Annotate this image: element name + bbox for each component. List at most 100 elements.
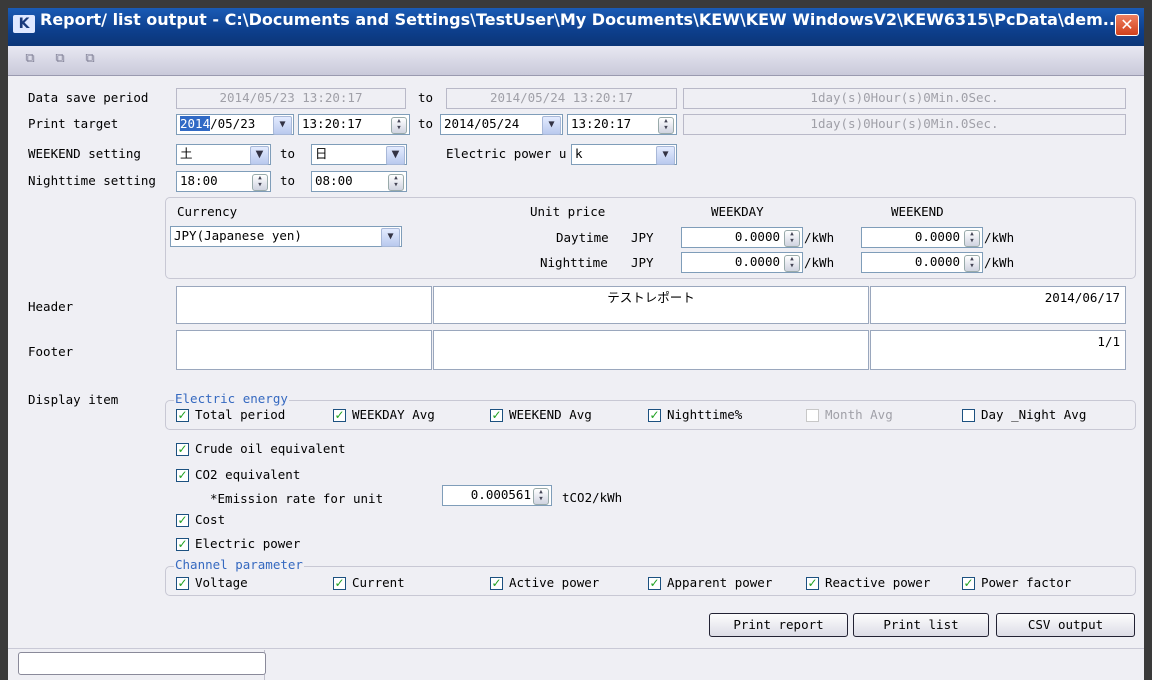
print-report-button[interactable]: Print report — [709, 613, 848, 637]
nighttime-to-value: 08:00 — [315, 173, 353, 188]
data-save-start-field: 2014/05/23 13:20:17 — [176, 88, 406, 109]
print-target-label: Print target — [28, 116, 119, 131]
current-label: Current — [352, 575, 405, 590]
chevron-down-icon[interactable]: ▼ — [273, 116, 292, 135]
total-period-checkbox[interactable]: ✓ — [176, 409, 189, 422]
weekend-to-select[interactable]: 日 ▼ — [311, 144, 407, 165]
active-power-label: Active power — [509, 575, 600, 590]
weekend-from-value: 土 — [180, 146, 193, 161]
daytime-currency: JPY — [631, 230, 654, 245]
spinner-icon[interactable]: ▴ ▾ — [784, 255, 800, 272]
footer-right-field[interactable]: 1/1 — [870, 330, 1126, 370]
csv-output-button[interactable]: CSV output — [996, 613, 1135, 637]
print-target-duration-field: 1day(s)0Hour(s)0Min.0Sec. — [683, 114, 1126, 135]
chevron-down-icon[interactable]: ▼ — [386, 146, 405, 165]
currency-select[interactable]: JPY(Japanese yen) ▼ — [170, 226, 402, 247]
header-center-field[interactable]: テストレポート — [433, 286, 869, 324]
chevron-down-icon[interactable]: ▼ — [381, 228, 400, 247]
chevron-down-icon[interactable]: ▼ — [656, 146, 675, 165]
currency-value: JPY(Japanese yen) — [174, 228, 302, 243]
reactive-power-label: Reactive power — [825, 575, 931, 590]
header-label: Header — [28, 299, 74, 314]
nighttime-from-value: 18:00 — [180, 173, 218, 188]
unit-price-label: Unit price — [530, 204, 606, 219]
start-year-selection: 2014 — [180, 116, 211, 131]
daytime-weekday-price[interactable]: 0.0000 ▴ ▾ — [681, 227, 803, 248]
nighttime-weekday-unit: /kWh — [804, 255, 835, 270]
cascade-icon[interactable]: ⧉ — [82, 52, 98, 66]
data-save-period-label: Data save period — [28, 90, 149, 105]
weekday-header: WEEKDAY — [711, 204, 764, 219]
voltage-checkbox[interactable]: ✓ — [176, 577, 189, 590]
weekend-avg-checkbox[interactable]: ✓ — [490, 409, 503, 422]
electric-power-label: Electric power — [195, 536, 301, 551]
data-save-end-field: 2014/05/24 13:20:17 — [446, 88, 677, 109]
co2-checkbox[interactable]: ✓ — [176, 469, 189, 482]
window-icon[interactable]: ⧉ — [52, 52, 68, 66]
spinner-icon[interactable]: ▴ ▾ — [388, 174, 404, 191]
reactive-power-checkbox[interactable]: ✓ — [806, 577, 819, 590]
electric-power-checkbox[interactable]: ✓ — [176, 538, 189, 551]
spinner-icon[interactable]: ▴ ▾ — [964, 255, 980, 272]
start-time-value: 13:20:17 — [302, 116, 363, 131]
print-target-start-time[interactable]: 13:20:17 ▴ ▾ — [298, 114, 410, 135]
data-save-duration-field: 1day(s)0Hour(s)0Min.0Sec. — [683, 88, 1126, 109]
spinner-icon[interactable]: ▴ ▾ — [533, 488, 549, 505]
weekday-avg-checkbox[interactable]: ✓ — [333, 409, 346, 422]
print-target-end-time[interactable]: 13:20:17 ▴ ▾ — [567, 114, 677, 135]
month-avg-checkbox — [806, 409, 819, 422]
cost-checkbox[interactable]: ✓ — [176, 514, 189, 527]
weekend-to-label: to — [280, 146, 296, 161]
power-factor-label: Power factor — [981, 575, 1072, 590]
header-right-field[interactable]: 2014/06/17 — [870, 286, 1126, 324]
current-checkbox[interactable]: ✓ — [333, 577, 346, 590]
close-button[interactable]: ✕ — [1115, 14, 1139, 36]
weekend-from-select[interactable]: 土 ▼ — [176, 144, 271, 165]
apparent-power-label: Apparent power — [667, 575, 773, 590]
emission-rate-field[interactable]: 0.000561 ▴ ▾ — [442, 485, 552, 506]
print-target-to-label: to — [418, 116, 434, 131]
emission-rate-value: 0.000561 — [470, 487, 531, 502]
apparent-power-checkbox[interactable]: ✓ — [648, 577, 661, 590]
spinner-icon[interactable]: ▴ ▾ — [391, 117, 407, 134]
footer-label: Footer — [28, 344, 74, 359]
day-night-avg-checkbox[interactable] — [962, 409, 975, 422]
electric-power-unit-label: Electric power u — [446, 146, 567, 161]
power-unit-value: k — [575, 146, 583, 161]
spinner-icon[interactable]: ▴ ▾ — [784, 230, 800, 247]
print-target-end-date[interactable]: 2014/05/24 ▼ — [440, 114, 563, 135]
nighttime-from-field[interactable]: 18:00 ▴ ▾ — [176, 171, 271, 192]
header-left-field[interactable] — [176, 286, 432, 324]
daytime-weekend-unit: /kWh — [984, 230, 1015, 245]
nighttime-weekend-unit: /kWh — [984, 255, 1015, 270]
daytime-weekend-price[interactable]: 0.0000 ▴ ▾ — [861, 227, 983, 248]
month-avg-label: Month Avg — [825, 407, 893, 422]
nighttime-pct-checkbox[interactable]: ✓ — [648, 409, 661, 422]
weekend-to-value: 日 — [315, 146, 328, 161]
footer-center-field[interactable] — [433, 330, 869, 370]
spinner-icon[interactable]: ▴ ▾ — [658, 117, 674, 134]
crude-oil-checkbox[interactable]: ✓ — [176, 443, 189, 456]
nighttime-to-field[interactable]: 08:00 ▴ ▾ — [311, 171, 407, 192]
voltage-label: Voltage — [195, 575, 248, 590]
electric-power-unit-select[interactable]: k ▼ — [571, 144, 677, 165]
tile-icon[interactable]: ⧉ — [22, 52, 38, 66]
print-target-start-date[interactable]: 2014/05/23 ▼ — [176, 114, 294, 135]
nighttime-pct-label: Nighttime% — [667, 407, 743, 422]
daytime-weekend-value: 0.0000 — [914, 229, 960, 244]
window-title: Report/ list output - C:\Documents and S… — [40, 10, 1122, 29]
spinner-icon[interactable]: ▴ ▾ — [964, 230, 980, 247]
spinner-icon[interactable]: ▴ ▾ — [252, 174, 268, 191]
power-factor-checkbox[interactable]: ✓ — [962, 577, 975, 590]
nighttime-weekday-value: 0.0000 — [734, 254, 780, 269]
active-power-checkbox[interactable]: ✓ — [490, 577, 503, 590]
emission-rate-label: *Emission rate for unit — [210, 491, 384, 506]
nighttime-weekend-price[interactable]: 0.0000 ▴ ▾ — [861, 252, 983, 273]
nighttime-weekday-price[interactable]: 0.0000 ▴ ▾ — [681, 252, 803, 273]
print-list-button[interactable]: Print list — [853, 613, 989, 637]
emission-unit-label: tCO2/kWh — [562, 490, 623, 505]
co2-label: CO2 equivalent — [195, 467, 301, 482]
chevron-down-icon[interactable]: ▼ — [542, 116, 561, 135]
footer-left-field[interactable] — [176, 330, 432, 370]
chevron-down-icon[interactable]: ▼ — [250, 146, 269, 165]
